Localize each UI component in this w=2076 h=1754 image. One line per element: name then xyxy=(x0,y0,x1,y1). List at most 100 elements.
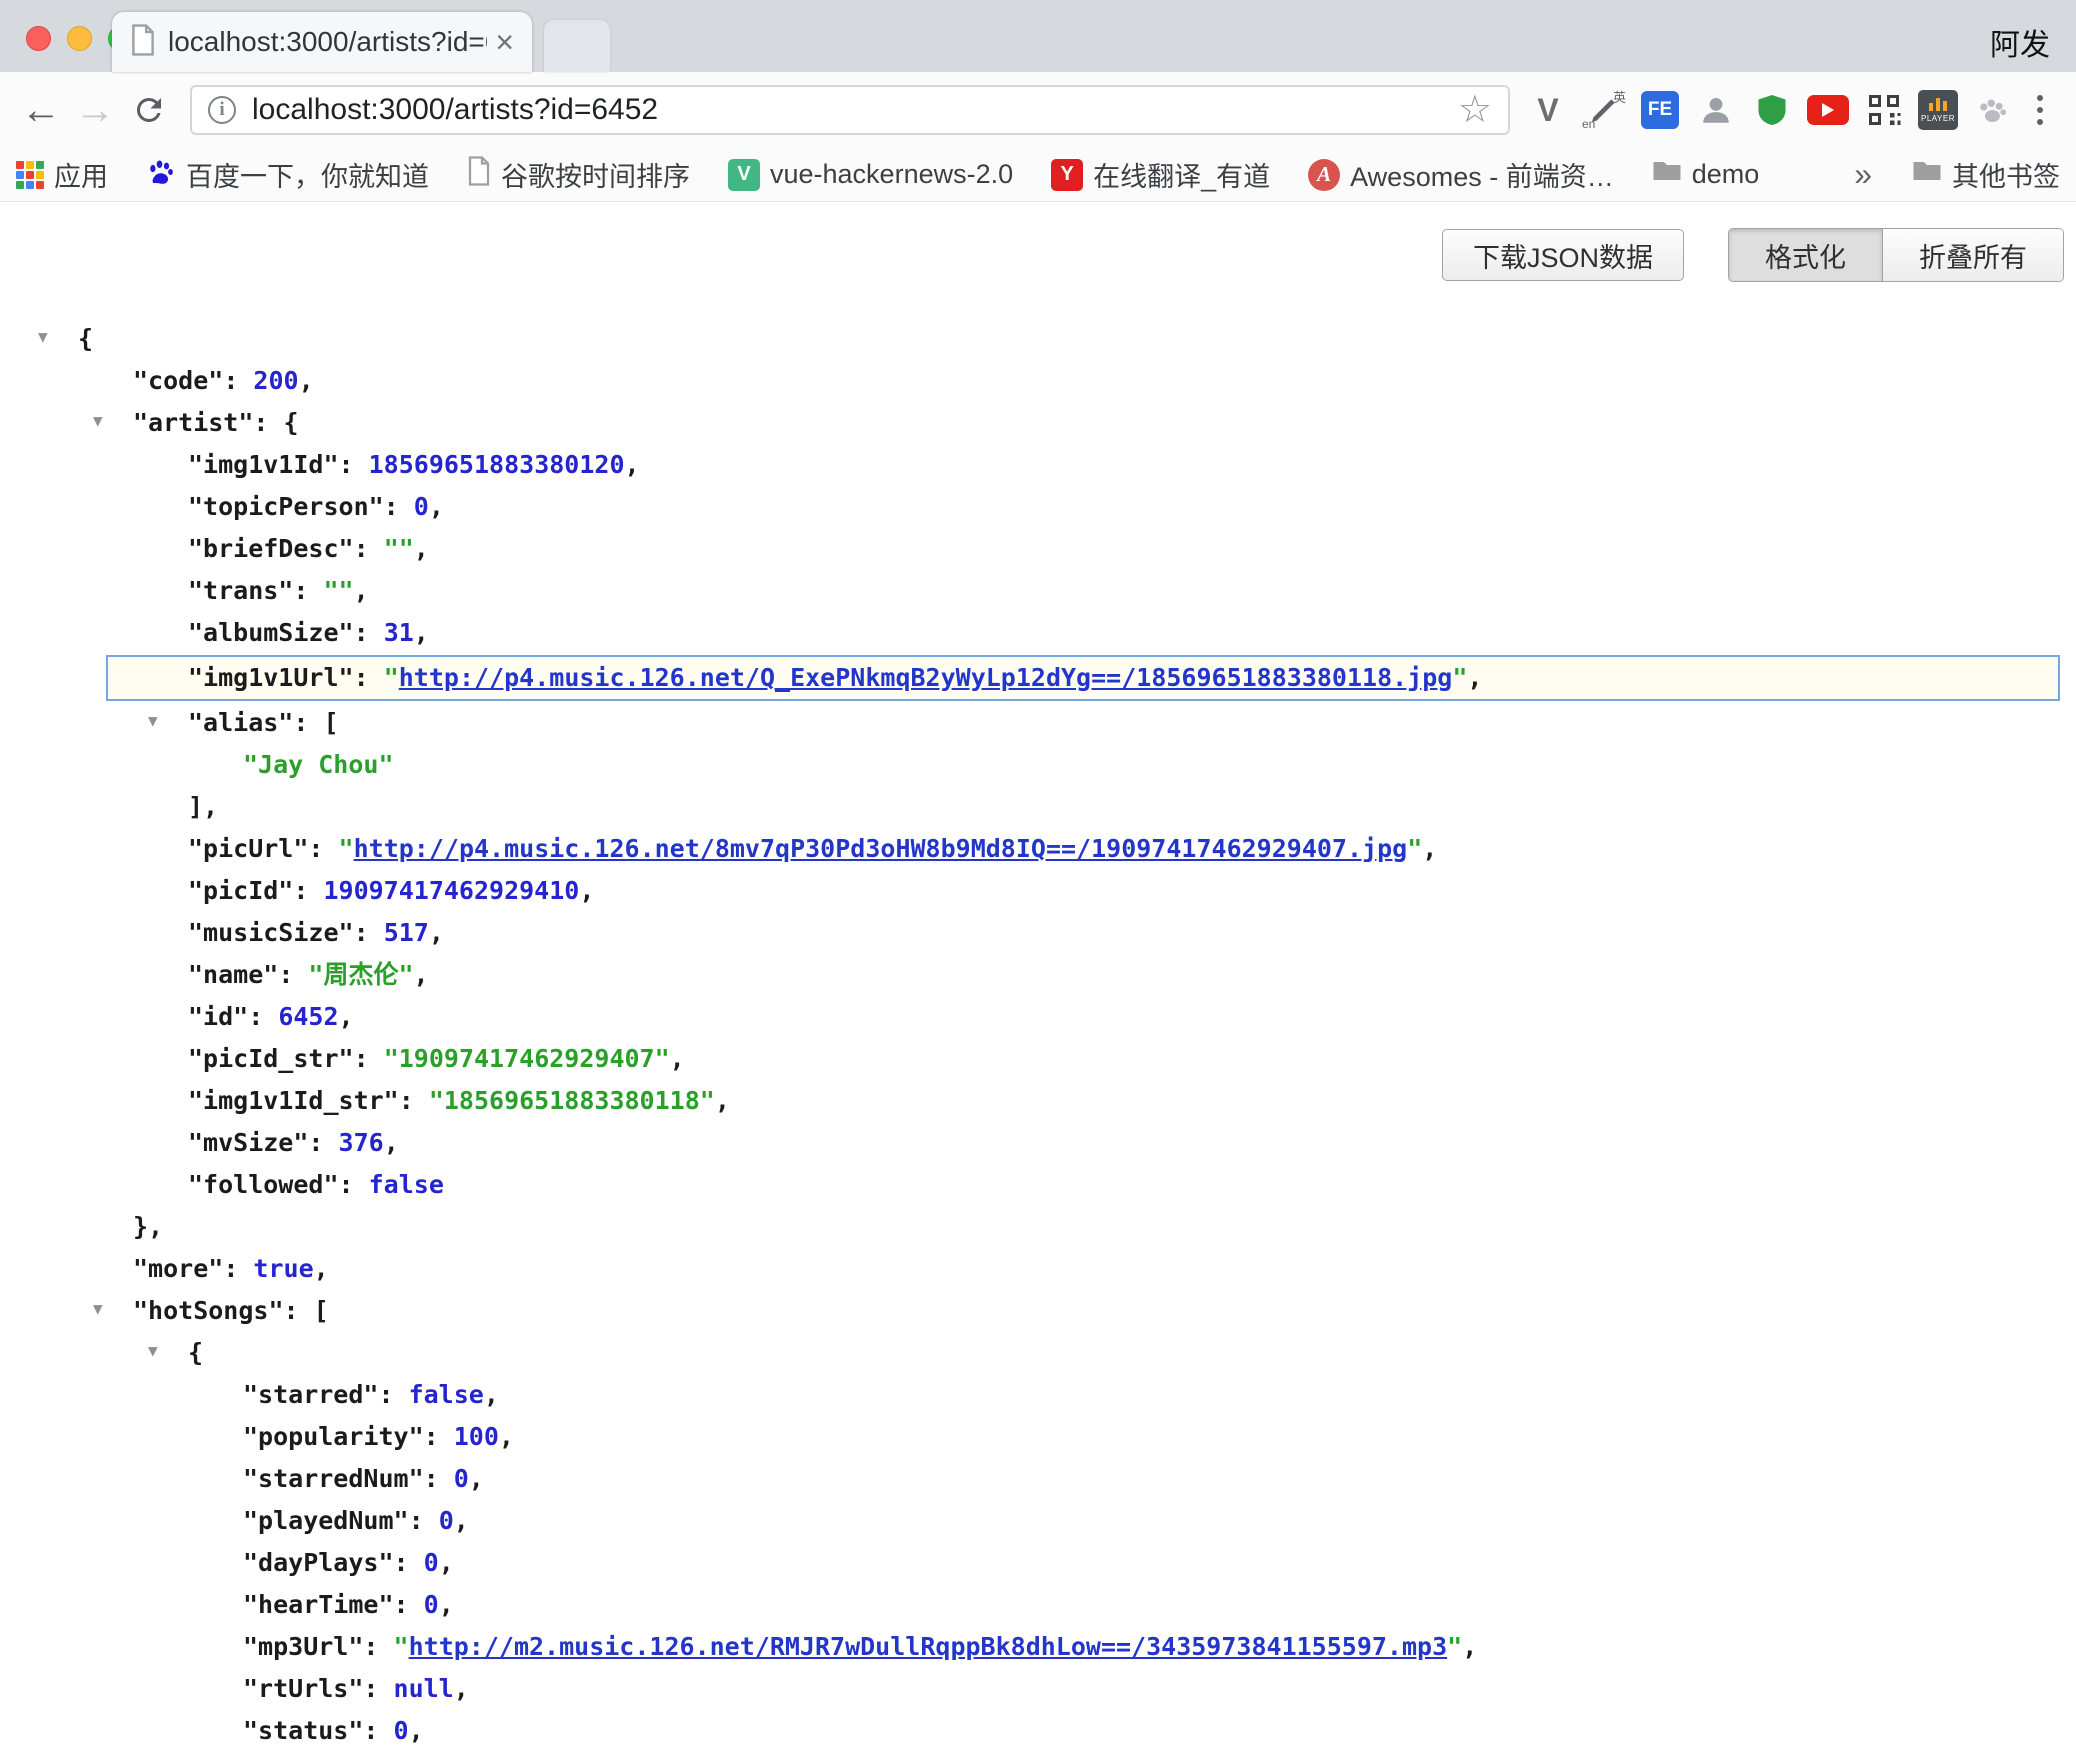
json-punct: : xyxy=(354,918,384,947)
new-tab-button[interactable] xyxy=(544,20,610,72)
collapse-triangle-icon[interactable]: ▼ xyxy=(38,329,48,345)
tampermonkey-extension-icon[interactable] xyxy=(1750,87,1794,133)
json-number: 0 xyxy=(394,1716,409,1745)
json-quote: " xyxy=(1452,663,1467,692)
site-info-icon[interactable]: i xyxy=(208,96,236,124)
collapse-triangle-icon[interactable]: ▼ xyxy=(93,413,103,429)
bookmark-baidu[interactable]: 百度一下，你就知道 xyxy=(146,155,429,194)
json-line: "mvSize": 376, xyxy=(0,1122,2076,1164)
json-punct: , xyxy=(299,366,314,395)
format-button[interactable]: 格式化 xyxy=(1729,229,1882,281)
json-punct: : [ xyxy=(284,1296,329,1325)
json-punct: , xyxy=(409,1716,424,1745)
json-number: 0 xyxy=(454,1464,469,1493)
tab-close-icon[interactable]: × xyxy=(495,24,514,61)
bookmark-awesomes[interactable]: A Awesomes - 前端资… xyxy=(1308,155,1614,194)
json-url-link[interactable]: http://p4.music.126.net/8mv7qP30Pd3oHW8b… xyxy=(354,834,1408,863)
json-punct: { xyxy=(188,1338,203,1367)
json-line: "topicPerson": 0, xyxy=(0,486,2076,528)
json-quote: " xyxy=(394,1632,409,1661)
json-key: "trans" xyxy=(188,576,293,605)
json-punct: : xyxy=(363,1632,393,1661)
other-bookmarks-folder[interactable]: 其他书签 xyxy=(1912,155,2060,194)
json-punct: , xyxy=(414,618,429,647)
bookmark-star-icon[interactable]: ☆ xyxy=(1458,91,1492,129)
json-line: "mp3Url": "http://m2.music.126.net/RMJR7… xyxy=(0,1626,2076,1668)
json-punct: : xyxy=(308,834,338,863)
json-punct: : xyxy=(354,618,384,647)
download-json-button[interactable]: 下载JSON数据 xyxy=(1442,229,1684,281)
json-punct: , xyxy=(454,1674,469,1703)
json-punct: : xyxy=(354,663,384,692)
json-punct: : xyxy=(424,1464,454,1493)
profile-extension-icon[interactable] xyxy=(1694,87,1738,133)
json-string: "" xyxy=(384,534,414,563)
json-punct: ], xyxy=(188,792,218,821)
fe-extension-icon[interactable]: FE xyxy=(1638,87,1682,133)
json-punct: }, xyxy=(133,1212,163,1241)
browser-toolbar: ← → i localhost:3000/artists?id=6452 ☆ V… xyxy=(0,72,2076,148)
bookmark-vue-hackernews[interactable]: V vue-hackernews-2.0 xyxy=(728,159,1013,191)
json-punct: : xyxy=(409,1506,439,1535)
json-punct: , xyxy=(439,1548,454,1577)
json-punct: : xyxy=(293,876,323,905)
json-punct: , xyxy=(715,1086,730,1115)
json-key: "alias" xyxy=(188,708,293,737)
json-punct: : xyxy=(308,1128,338,1157)
json-punct: , xyxy=(484,1380,499,1409)
minimize-window-button[interactable] xyxy=(67,26,92,51)
back-icon[interactable]: ← xyxy=(14,90,68,130)
json-punct: : xyxy=(223,1254,253,1283)
json-key: "rtUrls" xyxy=(243,1674,363,1703)
json-punct: , xyxy=(454,1506,469,1535)
close-window-button[interactable] xyxy=(26,26,51,51)
bookmark-google-sort[interactable]: 谷歌按时间排序 xyxy=(467,155,690,194)
collapse-triangle-icon[interactable]: ▼ xyxy=(93,1301,103,1317)
json-url-link[interactable]: http://m2.music.126.net/RMJR7wDullRqppBk… xyxy=(409,1632,1448,1661)
json-key: "picId" xyxy=(188,876,293,905)
bookmark-folder-demo[interactable]: demo xyxy=(1652,159,1760,190)
json-quote: " xyxy=(1407,834,1422,863)
json-key: "popularity" xyxy=(243,1422,424,1451)
json-url-link[interactable]: http://p4.music.126.net/Q_ExePNkmqB2yWyL… xyxy=(399,663,1453,692)
json-key: "picId_str" xyxy=(188,1044,354,1073)
browser-window: localhost:3000/artists?id=645 × 阿发 ← → i… xyxy=(0,0,2076,1754)
qrcode-extension-icon[interactable] xyxy=(1862,87,1906,133)
json-punct: : xyxy=(223,366,253,395)
json-line: }, xyxy=(0,1206,2076,1248)
json-punct: , xyxy=(1467,663,1482,692)
collapse-triangle-icon[interactable]: ▼ xyxy=(148,1343,158,1359)
json-number: 200 xyxy=(253,366,298,395)
reload-icon[interactable] xyxy=(122,92,176,128)
json-line: "picId": 19097417462929410, xyxy=(0,870,2076,912)
vimium-extension-icon[interactable]: V xyxy=(1526,87,1570,133)
bookmark-apps[interactable]: 应用 xyxy=(16,155,108,194)
json-key: "artist" xyxy=(133,408,253,437)
awesomes-favicon: A xyxy=(1308,159,1340,191)
json-number: 0 xyxy=(414,492,429,521)
youtube-extension-icon[interactable] xyxy=(1806,87,1850,133)
page-content: 下载JSON数据 格式化 折叠所有 ▼{"code": 200,▼"artist… xyxy=(0,202,2076,1754)
browser-menu-button[interactable] xyxy=(2018,95,2062,125)
json-line: "picUrl": "http://p4.music.126.net/8mv7q… xyxy=(0,828,2076,870)
url-bar[interactable]: i localhost:3000/artists?id=6452 ☆ xyxy=(190,85,1510,135)
youdao-dict-extension-icon[interactable]: 英 en xyxy=(1582,87,1626,133)
json-key: "status" xyxy=(243,1716,363,1745)
json-line: "img1v1Id": 18569651883380120, xyxy=(0,444,2076,486)
json-quote: " xyxy=(339,834,354,863)
player-extension-icon[interactable]: PLAYER xyxy=(1918,90,1958,130)
paw-extension-icon[interactable] xyxy=(1970,87,2014,133)
json-number: 0 xyxy=(424,1548,439,1577)
vue-favicon: V xyxy=(728,159,760,191)
browser-tab[interactable]: localhost:3000/artists?id=645 × xyxy=(112,12,532,72)
collapse-all-button[interactable]: 折叠所有 xyxy=(1882,229,2063,281)
json-punct: , xyxy=(1462,1632,1477,1661)
bookmarks-overflow-icon[interactable]: » xyxy=(1854,156,1872,193)
json-key: "img1v1Id_str" xyxy=(188,1086,399,1115)
profile-name[interactable]: 阿发 xyxy=(1990,20,2050,64)
json-punct: : xyxy=(394,1590,424,1619)
collapse-triangle-icon[interactable]: ▼ xyxy=(148,713,158,729)
bookmark-youdao-translate[interactable]: Y 在线翻译_有道 xyxy=(1051,155,1270,194)
json-line: "rtUrls": null, xyxy=(0,1668,2076,1710)
url-input[interactable]: localhost:3000/artists?id=6452 xyxy=(252,93,1458,127)
